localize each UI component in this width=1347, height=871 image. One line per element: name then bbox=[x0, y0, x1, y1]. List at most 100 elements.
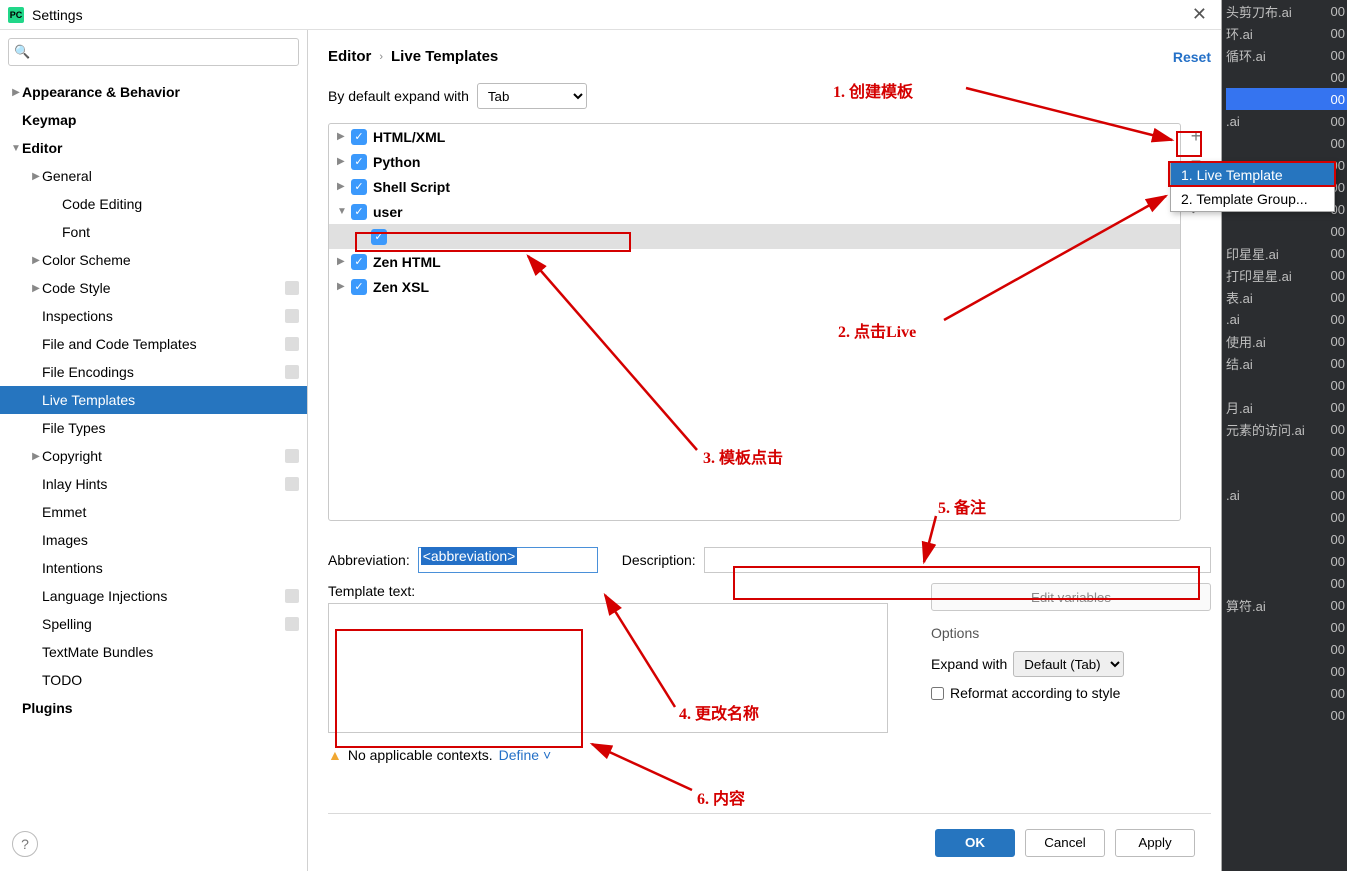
sidebar-item-label: Code Style bbox=[42, 280, 281, 296]
sidebar-item-label: Font bbox=[62, 224, 299, 240]
reset-link[interactable]: Reset bbox=[1173, 49, 1211, 65]
expandwith-select[interactable]: Default (Tab) bbox=[1013, 651, 1124, 677]
ok-button[interactable]: OK bbox=[935, 829, 1015, 857]
crumb-livetemplates: Live Templates bbox=[391, 48, 498, 65]
sidebar-item-file-and-code-templates[interactable]: File and Code Templates bbox=[0, 330, 307, 358]
template-group-user[interactable]: ▼✓user bbox=[329, 199, 1180, 224]
sidebar-item-inspections[interactable]: Inspections bbox=[0, 302, 307, 330]
sidebar-item-label: Emmet bbox=[42, 504, 299, 520]
template-name: user bbox=[373, 204, 403, 220]
bg-file-row: 00 bbox=[1226, 528, 1347, 550]
checkbox-icon[interactable]: ✓ bbox=[351, 129, 367, 145]
warning-icon: ▲ bbox=[328, 747, 342, 763]
arrow-icon: ▶ bbox=[337, 156, 351, 167]
template-name: Python bbox=[373, 154, 420, 170]
sidebar-item-file-types[interactable]: File Types bbox=[0, 414, 307, 442]
sidebar-item-language-injections[interactable]: Language Injections bbox=[0, 582, 307, 610]
bg-file-row: 00 bbox=[1226, 462, 1347, 484]
sidebar-item-spelling[interactable]: Spelling bbox=[0, 610, 307, 638]
bg-file-row: 表.ai00 bbox=[1226, 286, 1347, 308]
template-group-shell-script[interactable]: ▶✓Shell Script bbox=[329, 174, 1180, 199]
bg-file-row: 00 bbox=[1226, 220, 1347, 242]
description-input[interactable] bbox=[704, 547, 1211, 573]
bg-file-row: 打印星星.ai00 bbox=[1226, 264, 1347, 286]
sidebar-item-file-encodings[interactable]: File Encodings bbox=[0, 358, 307, 386]
template-item-abbreviation[interactable]: ✓ bbox=[329, 224, 1180, 249]
template-group-python[interactable]: ▶✓ Python bbox=[329, 149, 1180, 174]
template-group-zen-html[interactable]: ▶✓Zen HTML bbox=[329, 249, 1180, 274]
sidebar-item-todo[interactable]: TODO bbox=[0, 666, 307, 694]
sidebar-item-color-scheme[interactable]: ▶Color Scheme bbox=[0, 246, 307, 274]
close-icon[interactable]: ✕ bbox=[1186, 4, 1213, 25]
sidebar-item-textmate-bundles[interactable]: TextMate Bundles bbox=[0, 638, 307, 666]
scope-icon bbox=[285, 337, 299, 351]
search-icon: 🔍 bbox=[14, 44, 30, 60]
template-text-label: Template text: bbox=[328, 583, 913, 599]
checkbox-icon[interactable]: ✓ bbox=[351, 154, 367, 170]
sidebar-item-label: Appearance & Behavior bbox=[22, 84, 299, 100]
expand-select[interactable]: Tab bbox=[477, 83, 587, 109]
add-template-button[interactable]: + bbox=[1185, 125, 1207, 147]
checkbox-icon[interactable]: ✓ bbox=[351, 279, 367, 295]
apply-button[interactable]: Apply bbox=[1115, 829, 1195, 857]
template-text-area[interactable] bbox=[328, 603, 888, 733]
bg-file-row: 00 bbox=[1226, 66, 1347, 88]
arrow-icon: ▶ bbox=[337, 281, 351, 292]
define-link[interactable]: Define ˅ bbox=[499, 747, 552, 763]
checkbox-icon[interactable]: ✓ bbox=[351, 179, 367, 195]
cancel-button[interactable]: Cancel bbox=[1025, 829, 1105, 857]
popup-live-template[interactable]: 1. Live Template bbox=[1171, 163, 1334, 187]
settings-dialog: PC Settings ✕ 🔍 ▶Appearance & BehaviorKe… bbox=[0, 0, 1222, 871]
arrow-icon: ▶ bbox=[337, 131, 351, 142]
sidebar-item-keymap[interactable]: Keymap bbox=[0, 106, 307, 134]
sidebar-item-plugins[interactable]: Plugins bbox=[0, 694, 307, 722]
edit-variables-button[interactable]: Edit variables bbox=[931, 583, 1211, 611]
breadcrumb: Editor › Live Templates Reset bbox=[328, 48, 1211, 65]
sidebar-item-label: File Encodings bbox=[42, 364, 281, 380]
sidebar-item-emmet[interactable]: Emmet bbox=[0, 498, 307, 526]
sidebar-item-live-templates[interactable]: Live Templates bbox=[0, 386, 307, 414]
sidebar-item-label: Editor bbox=[22, 140, 299, 156]
sidebar-item-label: TextMate Bundles bbox=[42, 644, 299, 660]
template-group-zen-xsl[interactable]: ▶✓Zen XSL bbox=[329, 274, 1180, 299]
bg-file-row: 00 bbox=[1226, 616, 1347, 638]
arrow-icon: ▶ bbox=[337, 181, 351, 192]
template-name: Zen HTML bbox=[373, 254, 441, 270]
sidebar-item-images[interactable]: Images bbox=[0, 526, 307, 554]
sidebar-item-label: Spelling bbox=[42, 616, 281, 632]
sidebar-item-intentions[interactable]: Intentions bbox=[0, 554, 307, 582]
arrow-icon: ▶ bbox=[30, 255, 42, 266]
sidebar-item-code-style[interactable]: ▶Code Style bbox=[0, 274, 307, 302]
template-list[interactable]: ▶✓HTML/XML▶✓Python▶✓Shell Script▼✓user✓▶… bbox=[328, 123, 1181, 521]
search-input[interactable] bbox=[8, 38, 299, 66]
popup-template-group[interactable]: 2. Template Group... bbox=[1171, 187, 1334, 211]
arrow-icon: ▶ bbox=[30, 283, 42, 294]
sidebar-item-code-editing[interactable]: Code Editing bbox=[0, 190, 307, 218]
scope-icon bbox=[285, 449, 299, 463]
arrow-icon: ▶ bbox=[10, 87, 22, 98]
settings-tree[interactable]: ▶Appearance & BehaviorKeymap▼Editor▶Gene… bbox=[0, 74, 307, 871]
abbrev-label: Abbreviation: bbox=[328, 552, 410, 568]
sidebar-item-inlay-hints[interactable]: Inlay Hints bbox=[0, 470, 307, 498]
template-group-html-xml[interactable]: ▶✓HTML/XML bbox=[329, 124, 1180, 149]
sidebar-item-label: Images bbox=[42, 532, 299, 548]
sidebar-item-label: Live Templates bbox=[42, 392, 299, 408]
abbrev-input[interactable]: <abbreviation> bbox=[418, 547, 598, 573]
reformat-checkbox[interactable] bbox=[931, 687, 944, 700]
bg-file-row: .ai00 bbox=[1226, 308, 1347, 330]
help-button[interactable]: ? bbox=[12, 831, 38, 857]
bg-file-row: 环.ai00 bbox=[1226, 22, 1347, 44]
checkbox-icon[interactable]: ✓ bbox=[351, 254, 367, 270]
sidebar-item-font[interactable]: Font bbox=[0, 218, 307, 246]
sidebar-item-appearance-behavior[interactable]: ▶Appearance & Behavior bbox=[0, 78, 307, 106]
button-bar: OK Cancel Apply bbox=[328, 813, 1211, 871]
sidebar-item-copyright[interactable]: ▶Copyright bbox=[0, 442, 307, 470]
sidebar-item-general[interactable]: ▶General bbox=[0, 162, 307, 190]
checkbox-icon[interactable]: ✓ bbox=[351, 204, 367, 220]
titlebar: PC Settings ✕ bbox=[0, 0, 1221, 30]
scope-icon bbox=[285, 309, 299, 323]
chevron-right-icon: › bbox=[379, 51, 383, 63]
checkbox-icon[interactable]: ✓ bbox=[371, 229, 387, 245]
expandwith-label: Expand with bbox=[931, 656, 1007, 672]
sidebar-item-editor[interactable]: ▼Editor bbox=[0, 134, 307, 162]
